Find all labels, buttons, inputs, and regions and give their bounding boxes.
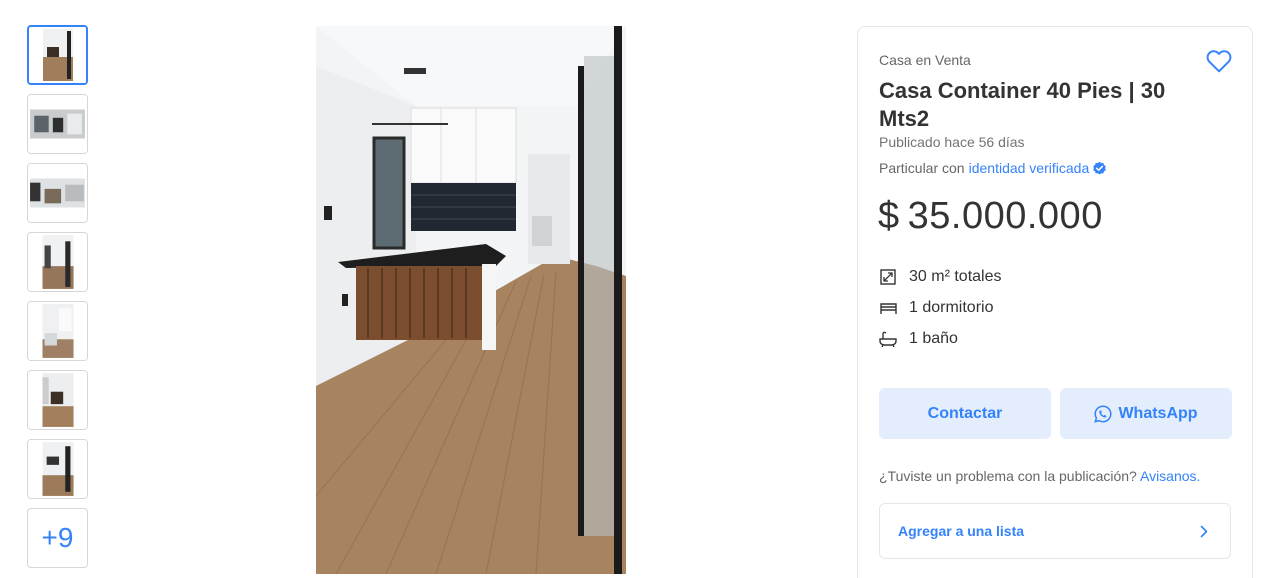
chevron-right-icon [1200, 525, 1208, 537]
thumbnail-image [28, 302, 87, 360]
attribute-bedrooms: 1 dormitorio [879, 299, 993, 317]
seller-info: Particular con identidad verificada [879, 160, 1107, 176]
price-currency: $ [878, 195, 900, 237]
listing-subtitle: Casa en Venta [879, 52, 971, 68]
verified-badge-icon [1093, 161, 1107, 174]
attribute-label: 1 dormitorio [909, 299, 994, 316]
seller-type: Particular con [879, 160, 965, 176]
add-to-list-label: Agregar a una lista [898, 523, 1025, 539]
thumbnail-image [28, 164, 87, 222]
thumbnail-1[interactable] [27, 25, 88, 85]
main-photo[interactable] [316, 26, 626, 574]
add-to-list-button[interactable]: Agregar a una lista [879, 503, 1231, 559]
area-icon [879, 268, 897, 286]
attribute-label: 1 baño [909, 330, 958, 347]
main-photo-image [316, 26, 626, 574]
whatsapp-icon [1094, 404, 1112, 423]
attribute-bathrooms: 1 baño [879, 330, 958, 348]
report-link[interactable]: Avisanos. [1140, 468, 1200, 484]
bath-icon [879, 330, 897, 348]
listing-title: Casa Container 40 Pies | 30 Mts2 [879, 78, 1166, 131]
report-problem: ¿Tuviste un problema con la publicación?… [879, 468, 1200, 484]
thumbnail-image [29, 27, 86, 83]
contact-button[interactable]: Contactar [879, 388, 1051, 439]
whatsapp-button-label: WhatsApp [1118, 404, 1198, 422]
attribute-area: 30 m² totales [879, 268, 1001, 286]
attribute-label: 30 m² totales [909, 268, 1002, 285]
contact-button-label: Contactar [927, 404, 1003, 422]
whatsapp-button[interactable]: WhatsApp [1060, 388, 1232, 439]
published-date: Publicado hace 56 días [879, 134, 1025, 150]
price: $35.000.000 [878, 195, 1103, 238]
thumbnail-2[interactable] [27, 94, 88, 154]
thumbnail-image [28, 233, 87, 291]
price-amount: 35.000.000 [907, 195, 1103, 237]
more-photos-count: +9 [41, 522, 74, 553]
thumbnail-4[interactable] [27, 232, 88, 292]
bed-icon [879, 299, 897, 317]
thumbnail-image [28, 440, 87, 498]
thumbnail-3[interactable] [27, 163, 88, 223]
report-question: ¿Tuviste un problema con la publicación? [879, 468, 1137, 484]
listing-panel: Casa en Venta Casa Container 40 Pies | 3… [857, 26, 1253, 578]
thumbnail-6[interactable] [27, 370, 88, 430]
favorite-heart-icon[interactable] [1206, 49, 1232, 73]
verified-identity-link[interactable]: identidad verificada [969, 160, 1090, 176]
thumbnail-image [28, 95, 87, 153]
more-photos-button[interactable]: +9 [27, 508, 88, 568]
thumbnail-7[interactable] [27, 439, 88, 499]
thumbnail-image [28, 371, 87, 429]
thumbnail-5[interactable] [27, 301, 88, 361]
